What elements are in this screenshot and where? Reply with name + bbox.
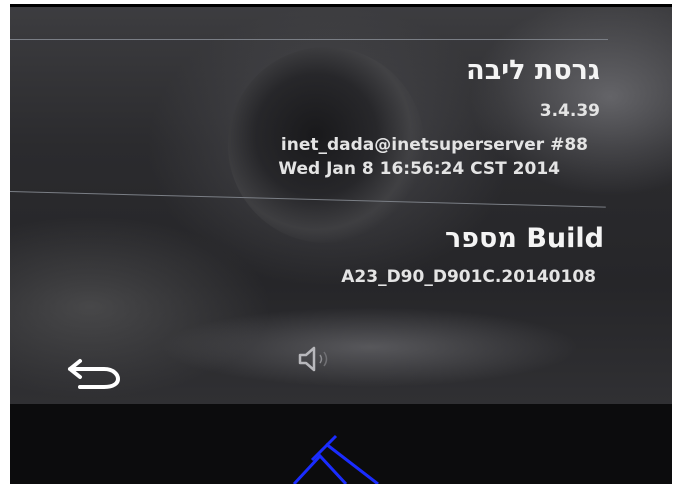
build-number-value: A23_D90_D901C.20140108 bbox=[341, 267, 596, 287]
volume-icon[interactable] bbox=[296, 345, 344, 373]
kernel-version-title: גרסת ליבה bbox=[466, 55, 600, 86]
back-arrow-icon[interactable] bbox=[60, 355, 124, 389]
build-number-title: מספר Build bbox=[445, 223, 604, 254]
watermark-lines bbox=[290, 404, 380, 486]
kernel-version-number: 3.4.39 bbox=[539, 101, 600, 121]
top-border bbox=[0, 4, 686, 7]
kernel-builder: inet_dada@inetsuperserver #88 bbox=[280, 135, 588, 155]
photo-frame: גרסת ליבה 3.4.39 inet_dada@inetsuperserv… bbox=[0, 0, 686, 486]
right-border bbox=[672, 0, 686, 484]
device-screen: גרסת ליבה 3.4.39 inet_dada@inetsuperserv… bbox=[10, 7, 672, 404]
navigation-bar bbox=[10, 337, 672, 404]
kernel-build-date: Wed Jan 8 16:56:24 CST 2014 bbox=[278, 159, 560, 179]
left-border bbox=[0, 0, 10, 484]
top-divider bbox=[10, 39, 608, 40]
